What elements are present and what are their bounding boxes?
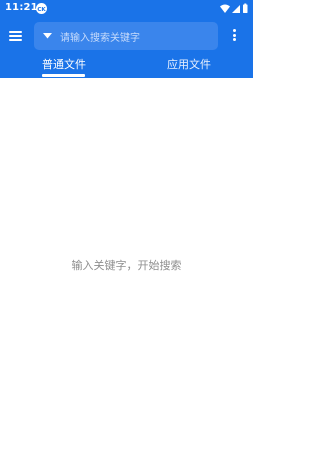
- app-header: 11:21 CK 请输入搜索关键字 普通文件 应用文件: [0, 0, 253, 78]
- battery-icon: [243, 4, 248, 13]
- tab-regular-files[interactable]: 普通文件: [42, 56, 86, 72]
- signal-icon: [232, 5, 240, 13]
- chevron-down-icon[interactable]: [43, 33, 52, 39]
- more-vertical-icon[interactable]: [232, 29, 237, 43]
- status-icons: [220, 3, 248, 13]
- search-input[interactable]: 请输入搜索关键字: [60, 29, 140, 44]
- tab-indicator: [42, 74, 85, 77]
- status-bar: 11:21 CK: [0, 0, 253, 18]
- ck-badge-icon: CK: [36, 3, 47, 14]
- hamburger-menu-icon[interactable]: [9, 29, 25, 43]
- search-box[interactable]: 请输入搜索关键字: [34, 22, 218, 50]
- svg-text:CK: CK: [37, 7, 46, 13]
- tab-app-files[interactable]: 应用文件: [167, 56, 211, 72]
- status-time: 11:21: [5, 2, 38, 13]
- wifi-icon: [220, 4, 230, 13]
- empty-state-message: 输入关键字，开始搜索: [71, 259, 182, 272]
